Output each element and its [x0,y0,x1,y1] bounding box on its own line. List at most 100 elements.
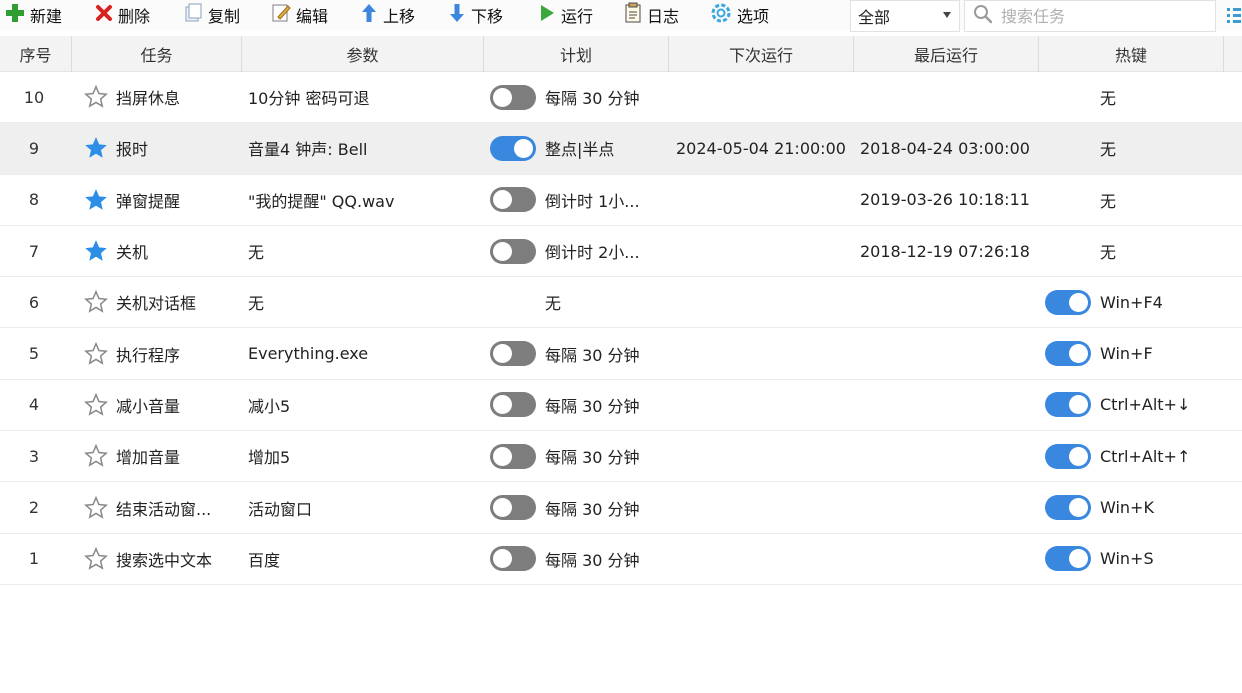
hotkey-toggle[interactable] [1045,482,1091,532]
schedule-switch[interactable] [490,392,536,418]
column-header-schedule[interactable]: 计划 [484,36,669,72]
schedule-switch[interactable] [490,495,536,521]
toggle-knob [493,190,512,210]
task-hotkey: Win+F4 [1100,292,1163,312]
hotkey-toggle[interactable] [1045,328,1091,378]
hotkey-toggle[interactable] [1045,431,1091,481]
schedule-toggle[interactable] [490,175,536,225]
table-row[interactable]: 5 执行程序 Everything.exe 每隔 30 分钟 Win+F [0,328,1242,380]
new-button[interactable]: 新建 [4,0,62,30]
toggle-knob [1069,498,1088,518]
table-row[interactable]: 4 减小音量 减小5 每隔 30 分钟 Ctrl+Alt+↓ [0,380,1242,432]
search-input[interactable] [1001,6,1201,26]
search-box [964,0,1216,32]
table-row[interactable]: 7 关机 无 倒计时 2小... 2018-12-19 07:26:18 无 [0,226,1242,278]
star-outline-icon[interactable] [82,328,110,378]
star-outline-icon[interactable] [82,380,110,430]
task-next-run [676,277,851,327]
table-row[interactable]: 8 弹窗提醒 "我的提醒" QQ.wav 倒计时 1小... 2019-03-2… [0,175,1242,226]
schedule-switch[interactable] [490,546,536,572]
star-filled-icon[interactable] [82,226,110,276]
hotkey-toggle[interactable] [1045,534,1091,584]
schedule-switch[interactable] [490,238,536,264]
filter-selected-value: 全部 [858,8,891,27]
list-menu-icon[interactable] [1226,6,1242,30]
move-up-button[interactable]: 上移 [359,0,415,30]
schedule-switch[interactable] [490,135,536,161]
task-name: 增加音量 [116,448,181,468]
schedule-switch[interactable] [490,187,536,213]
task-param: 10分钟 密码可退 [248,89,370,109]
task-name: 挡屏休息 [116,89,181,109]
column-header-last-run[interactable]: 最后运行 [854,36,1039,72]
schedule-switch[interactable] [490,84,536,110]
table-row[interactable]: 1 搜索选中文本 百度 每隔 30 分钟 Win+S [0,534,1242,585]
dropdown-arrow-icon [943,12,951,18]
schedule-toggle[interactable] [490,380,536,430]
star-outline-icon[interactable] [82,482,110,532]
task-name: 结束活动窗... [116,499,212,519]
row-number: 8 [28,190,40,210]
task-next-run [676,431,851,481]
schedule-toggle[interactable] [490,72,536,122]
schedule-toggle[interactable] [490,431,536,481]
hotkey-toggle[interactable] [1045,277,1091,327]
column-header-task[interactable]: 任务 [72,36,242,72]
star-outline-icon[interactable] [82,431,110,481]
star-outline-icon[interactable] [82,277,110,327]
task-last-run: 2018-04-24 03:00:00 [860,138,1030,158]
column-header-hotkey[interactable]: 热键 [1039,36,1224,72]
column-header-param[interactable]: 参数 [242,36,484,72]
task-next-run: 2024-05-04 21:00:00 [676,138,846,158]
schedule-toggle[interactable] [490,328,536,378]
task-hotkey: Ctrl+Alt+↓ [1100,395,1191,415]
star-filled-icon[interactable] [82,123,110,173]
task-schedule: 倒计时 2小... [545,243,640,263]
edit-button[interactable]: 编辑 [270,0,328,30]
column-header-next-run[interactable]: 下次运行 [669,36,854,72]
schedule-toggle[interactable] [490,482,536,532]
table-row[interactable]: 2 结束活动窗... 活动窗口 每隔 30 分钟 Win+K [0,482,1242,534]
table-row[interactable]: 9 报时 音量4 钟声: Bell 整点|半点 2024-05-04 21:00… [0,123,1242,175]
star-filled-icon[interactable] [82,175,110,225]
task-name: 关机对话框 [116,294,197,314]
toggle-knob [493,395,512,415]
move-down-button[interactable]: 下移 [447,0,503,30]
move-down-label: 下移 [471,7,504,26]
hotkey-switch[interactable] [1045,289,1091,315]
hotkey-switch[interactable] [1045,546,1091,572]
table-row[interactable]: 3 增加音量 增加5 每隔 30 分钟 Ctrl+Alt+↑ [0,431,1242,483]
filter-dropdown[interactable]: 全部 [850,0,960,32]
copy-button[interactable]: 复制 [182,0,240,30]
options-button[interactable]: 选项 [709,0,769,30]
schedule-toggle[interactable] [490,534,536,584]
task-name: 搜索选中文本 [116,550,213,570]
hotkey-switch[interactable] [1045,392,1091,418]
play-icon [537,2,557,28]
hotkey-switch[interactable] [1045,495,1091,521]
schedule-toggle[interactable] [490,123,536,173]
hotkey-switch[interactable] [1045,443,1091,469]
star-outline-icon[interactable] [82,534,110,584]
row-number: 4 [28,395,40,415]
edit-icon [270,2,292,28]
column-header-num[interactable]: 序号 [0,36,72,72]
task-hotkey: 无 [1100,191,1117,211]
task-param: 减小5 [248,396,291,416]
toggle-knob [1069,292,1088,312]
toggle-knob [1069,395,1088,415]
star-outline-icon[interactable] [82,72,110,122]
delete-button[interactable]: 删除 [94,0,150,30]
task-param: 百度 [248,550,281,570]
table-row[interactable]: 6 关机对话框 无 无 Win+F4 [0,277,1242,329]
table-row[interactable]: 10 挡屏休息 10分钟 密码可退 每隔 30 分钟 无 [0,72,1242,124]
schedule-toggle[interactable] [490,226,536,276]
task-next-run [676,380,851,430]
task-last-run: 2019-03-26 10:18:11 [860,190,1030,210]
schedule-switch[interactable] [490,341,536,367]
log-button[interactable]: 日志 [623,0,679,30]
schedule-switch[interactable] [490,443,536,469]
run-button[interactable]: 运行 [537,0,593,30]
hotkey-switch[interactable] [1045,341,1091,367]
hotkey-toggle[interactable] [1045,380,1091,430]
